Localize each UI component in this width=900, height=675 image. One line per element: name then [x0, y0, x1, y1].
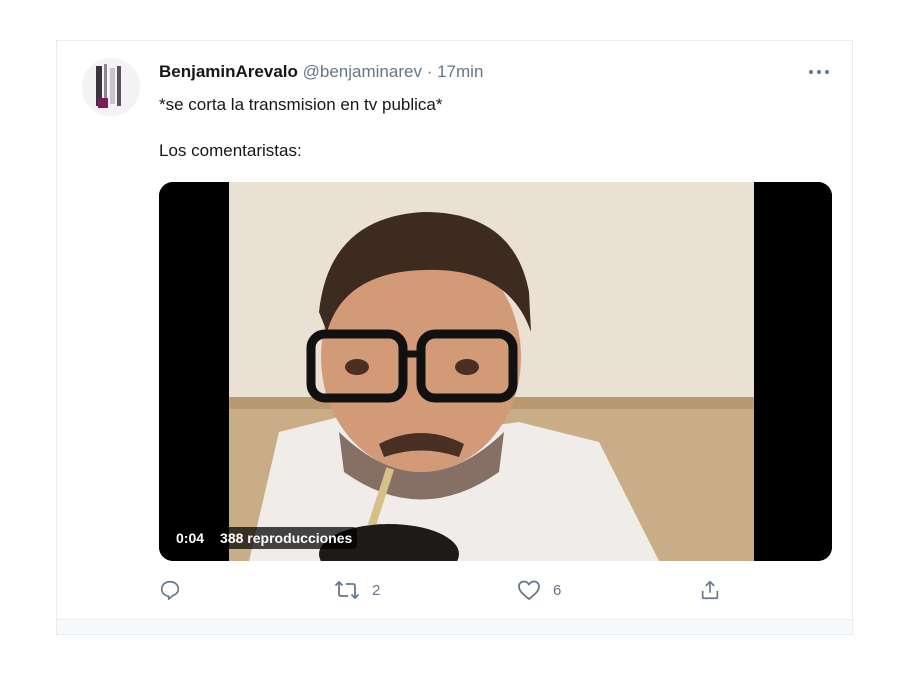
tweet-text-line2: Los comentaristas:: [159, 141, 302, 160]
display-name[interactable]: BenjaminArevalo: [159, 62, 298, 81]
retweet-button[interactable]: 2: [334, 579, 380, 601]
video-frame: [159, 182, 832, 561]
like-button[interactable]: 6: [517, 579, 561, 601]
reply-icon: [160, 580, 180, 600]
video-overlay: 0:04 388 reproducciones: [171, 527, 358, 549]
retweet-count: 2: [372, 581, 381, 599]
video-duration: 0:04: [171, 527, 210, 549]
tweet-header: BenjaminArevalo @benjaminarev · 17min: [159, 62, 483, 82]
video-player[interactable]: 0:04 388 reproducciones: [159, 182, 832, 561]
retweet-icon: [334, 580, 360, 600]
tweet-actions: 2 6: [159, 579, 832, 605]
share-button[interactable]: [699, 579, 721, 601]
like-icon: [518, 580, 540, 600]
user-handle[interactable]: @benjaminarev: [303, 62, 422, 81]
avatar-image: [82, 58, 140, 116]
more-options-button[interactable]: [807, 63, 831, 81]
avatar[interactable]: [82, 58, 140, 116]
tweet-card[interactable]: BenjaminArevalo @benjaminarev · 17min *s…: [56, 40, 853, 635]
separator-dot: ·: [426, 62, 433, 81]
reply-button[interactable]: [159, 579, 193, 601]
tweet-text-line1: *se corta la transmision en tv publica*: [159, 95, 443, 114]
like-count: 6: [553, 581, 562, 599]
video-views: 388 reproducciones: [215, 527, 358, 549]
share-icon: [701, 580, 719, 600]
tweet-text: *se corta la transmision en tv publica* …: [159, 93, 442, 162]
timestamp[interactable]: 17min: [437, 62, 483, 81]
more-icon: [809, 70, 829, 74]
card-footer-strip: [57, 619, 852, 634]
